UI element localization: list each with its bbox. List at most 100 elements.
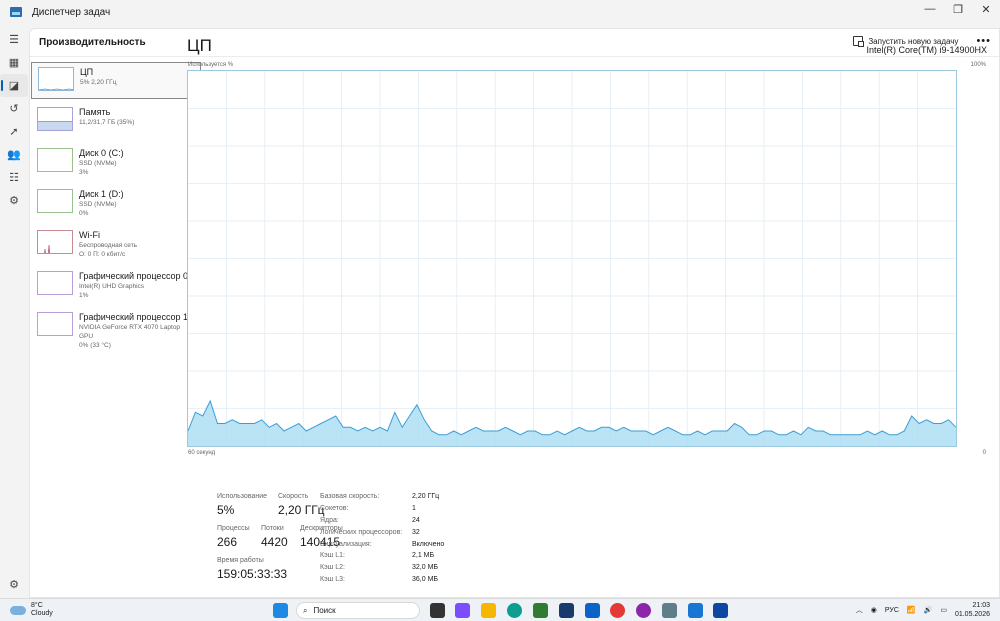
page-title: Производительность [39, 37, 146, 48]
window-title: Диспетчер задач [32, 6, 111, 18]
device-name: Графический процессор 0 [79, 271, 189, 281]
window-controls: — ❐ ✕ [916, 0, 1000, 20]
threads-label: Потоки [261, 525, 284, 532]
disk-0-thumbnail [37, 148, 73, 172]
axis-label-max: 100% [970, 62, 986, 68]
title-bar: Диспетчер задач — ❐ ✕ [0, 0, 1000, 24]
start-icon[interactable] [273, 603, 288, 618]
battery-icon[interactable]: ▭ [940, 606, 947, 614]
device-wifi[interactable]: Wi-Fi Беспроводная сеть О: 0 П: 0 кбит/с [31, 226, 201, 267]
task-manager-icon [10, 7, 22, 17]
system-tray: ︿ ◉ РУС 📶 🔊 ▭ 21:03 01.05.2026 [856, 601, 990, 619]
spec-value: 32 [412, 529, 420, 536]
app-d-icon[interactable] [636, 603, 651, 618]
device-list: ЦП 5% 2,20 ГГц Память 11,2/31,7 ГБ (35%)… [31, 62, 201, 349]
device-name: Диск 0 (C:) [79, 148, 124, 158]
axis-label-zero: 0 [982, 450, 986, 456]
performance-icon[interactable]: ◪ [0, 74, 28, 97]
spec-value: 2,1 МБ [412, 552, 435, 559]
new-task-icon [853, 36, 865, 47]
chrome-icon[interactable] [610, 603, 625, 618]
startup-icon[interactable]: ➚ [0, 120, 28, 143]
clock[interactable]: 21:03 01.05.2026 [955, 601, 990, 619]
gpu-1-thumbnail [37, 312, 73, 336]
nav-bottom: ⚙ [0, 573, 28, 596]
weather-condition: Cloudy [31, 610, 53, 617]
close-button[interactable]: ✕ [972, 0, 1000, 18]
spec-key: Виртуализация: [320, 541, 372, 548]
copilot-icon[interactable] [455, 603, 470, 618]
device-disk-0[interactable]: Диск 0 (C:) SSD (NVMe) 3% [31, 144, 201, 185]
processes-icon[interactable]: ▦ [0, 51, 28, 74]
device-detail: Беспроводная сеть [79, 242, 138, 249]
cpu-usage-chart [187, 71, 957, 446]
wifi-thumbnail [37, 230, 73, 254]
language-indicator[interactable]: РУС [885, 607, 899, 614]
details-icon[interactable]: ☷ [0, 166, 28, 189]
cloud-icon [10, 605, 26, 615]
usage-label: Использование [217, 493, 268, 500]
device-detail: 1% [79, 292, 89, 299]
users-icon[interactable]: 👥 [0, 143, 28, 166]
task-view-icon[interactable] [430, 603, 445, 618]
spec-key: Кэш L2: [320, 564, 345, 571]
telegram-icon[interactable] [688, 603, 703, 618]
device-gpu-0[interactable]: Графический процессор 0 Intel(R) UHD Gra… [31, 267, 201, 308]
volume-icon[interactable]: 🔊 [924, 606, 933, 614]
search-icon: ⌕ [303, 605, 308, 615]
device-detail: 0% [79, 210, 89, 217]
spec-key: Ядра: [320, 517, 339, 524]
task-manager-taskbar-icon[interactable] [713, 603, 728, 618]
services-icon[interactable]: ⚙ [0, 189, 28, 212]
store-icon[interactable] [533, 603, 548, 618]
gpu-0-thumbnail [37, 271, 73, 295]
spec-value: Включено [412, 541, 445, 548]
outlook-icon[interactable] [585, 603, 600, 618]
minimize-button[interactable]: — [916, 0, 944, 18]
file-explorer-icon[interactable] [481, 603, 496, 618]
menu-icon[interactable]: ☰ [0, 28, 28, 51]
tray-app-icon[interactable]: ◉ [871, 606, 877, 614]
device-detail: 11,2/31,7 ГБ (35%) [79, 119, 135, 126]
taskbar: 8°C Cloudy ⌕ Поиск ︿ ◉ РУС 📶 🔊 ▭ 21:03 0… [0, 598, 1000, 621]
device-memory[interactable]: Память 11,2/31,7 ГБ (35%) [31, 103, 201, 144]
processes-value: 266 [217, 535, 238, 549]
spec-value: 36,0 МБ [412, 576, 438, 583]
app-l-icon[interactable] [559, 603, 574, 618]
search-label: Поиск [313, 606, 336, 615]
cpu-thumbnail [38, 67, 74, 91]
device-name: Память [79, 107, 111, 117]
uptime-value: 159:05:33:33 [217, 567, 288, 581]
disk-1-thumbnail [37, 189, 73, 213]
cpu-title: ЦП [187, 36, 212, 55]
gear-icon[interactable]: ⚙ [0, 573, 28, 596]
device-detail: Intel(R) UHD Graphics [79, 283, 145, 290]
device-detail: О: 0 П: 0 кбит/с [79, 251, 126, 258]
spec-key: Кэш L3: [320, 576, 345, 583]
axis-label-usage: Используется % [188, 62, 234, 68]
usage-value: 5% [217, 503, 235, 517]
search-box[interactable]: ⌕ Поиск [296, 602, 420, 619]
weather-widget[interactable]: 8°C Cloudy [10, 602, 53, 618]
spec-value: 2,20 ГГц [412, 493, 440, 500]
settings-app-icon[interactable] [662, 603, 677, 618]
cpu-model: Intel(R) Core(TM) i9-14900HX [866, 45, 987, 55]
edge-icon[interactable] [507, 603, 522, 618]
app-history-icon[interactable]: ↺ [0, 97, 28, 120]
maximize-button[interactable]: ❐ [944, 0, 972, 18]
axis-label-time: 60 секунд [188, 450, 216, 456]
device-detail: 5% 2,20 ГГц [80, 79, 117, 86]
spec-key: Базовая скорость: [320, 493, 380, 500]
device-name: Диск 1 (D:) [79, 189, 124, 199]
device-name: Wi-Fi [79, 230, 100, 240]
wifi-icon[interactable]: 📶 [907, 606, 916, 614]
clock-time: 21:03 [972, 602, 990, 609]
processes-label: Процессы [217, 525, 250, 532]
uptime-label: Время работы [217, 557, 264, 564]
device-disk-1[interactable]: Диск 1 (D:) SSD (NVMe) 0% [31, 185, 201, 226]
chevron-up-icon[interactable]: ︿ [856, 605, 863, 615]
device-cpu[interactable]: ЦП 5% 2,20 ГГц [31, 62, 201, 99]
device-gpu-1[interactable]: Графический процессор 1 NVIDIA GeForce R… [31, 308, 201, 349]
spec-value: 24 [412, 517, 420, 524]
spec-key: Кэш L1: [320, 552, 345, 559]
